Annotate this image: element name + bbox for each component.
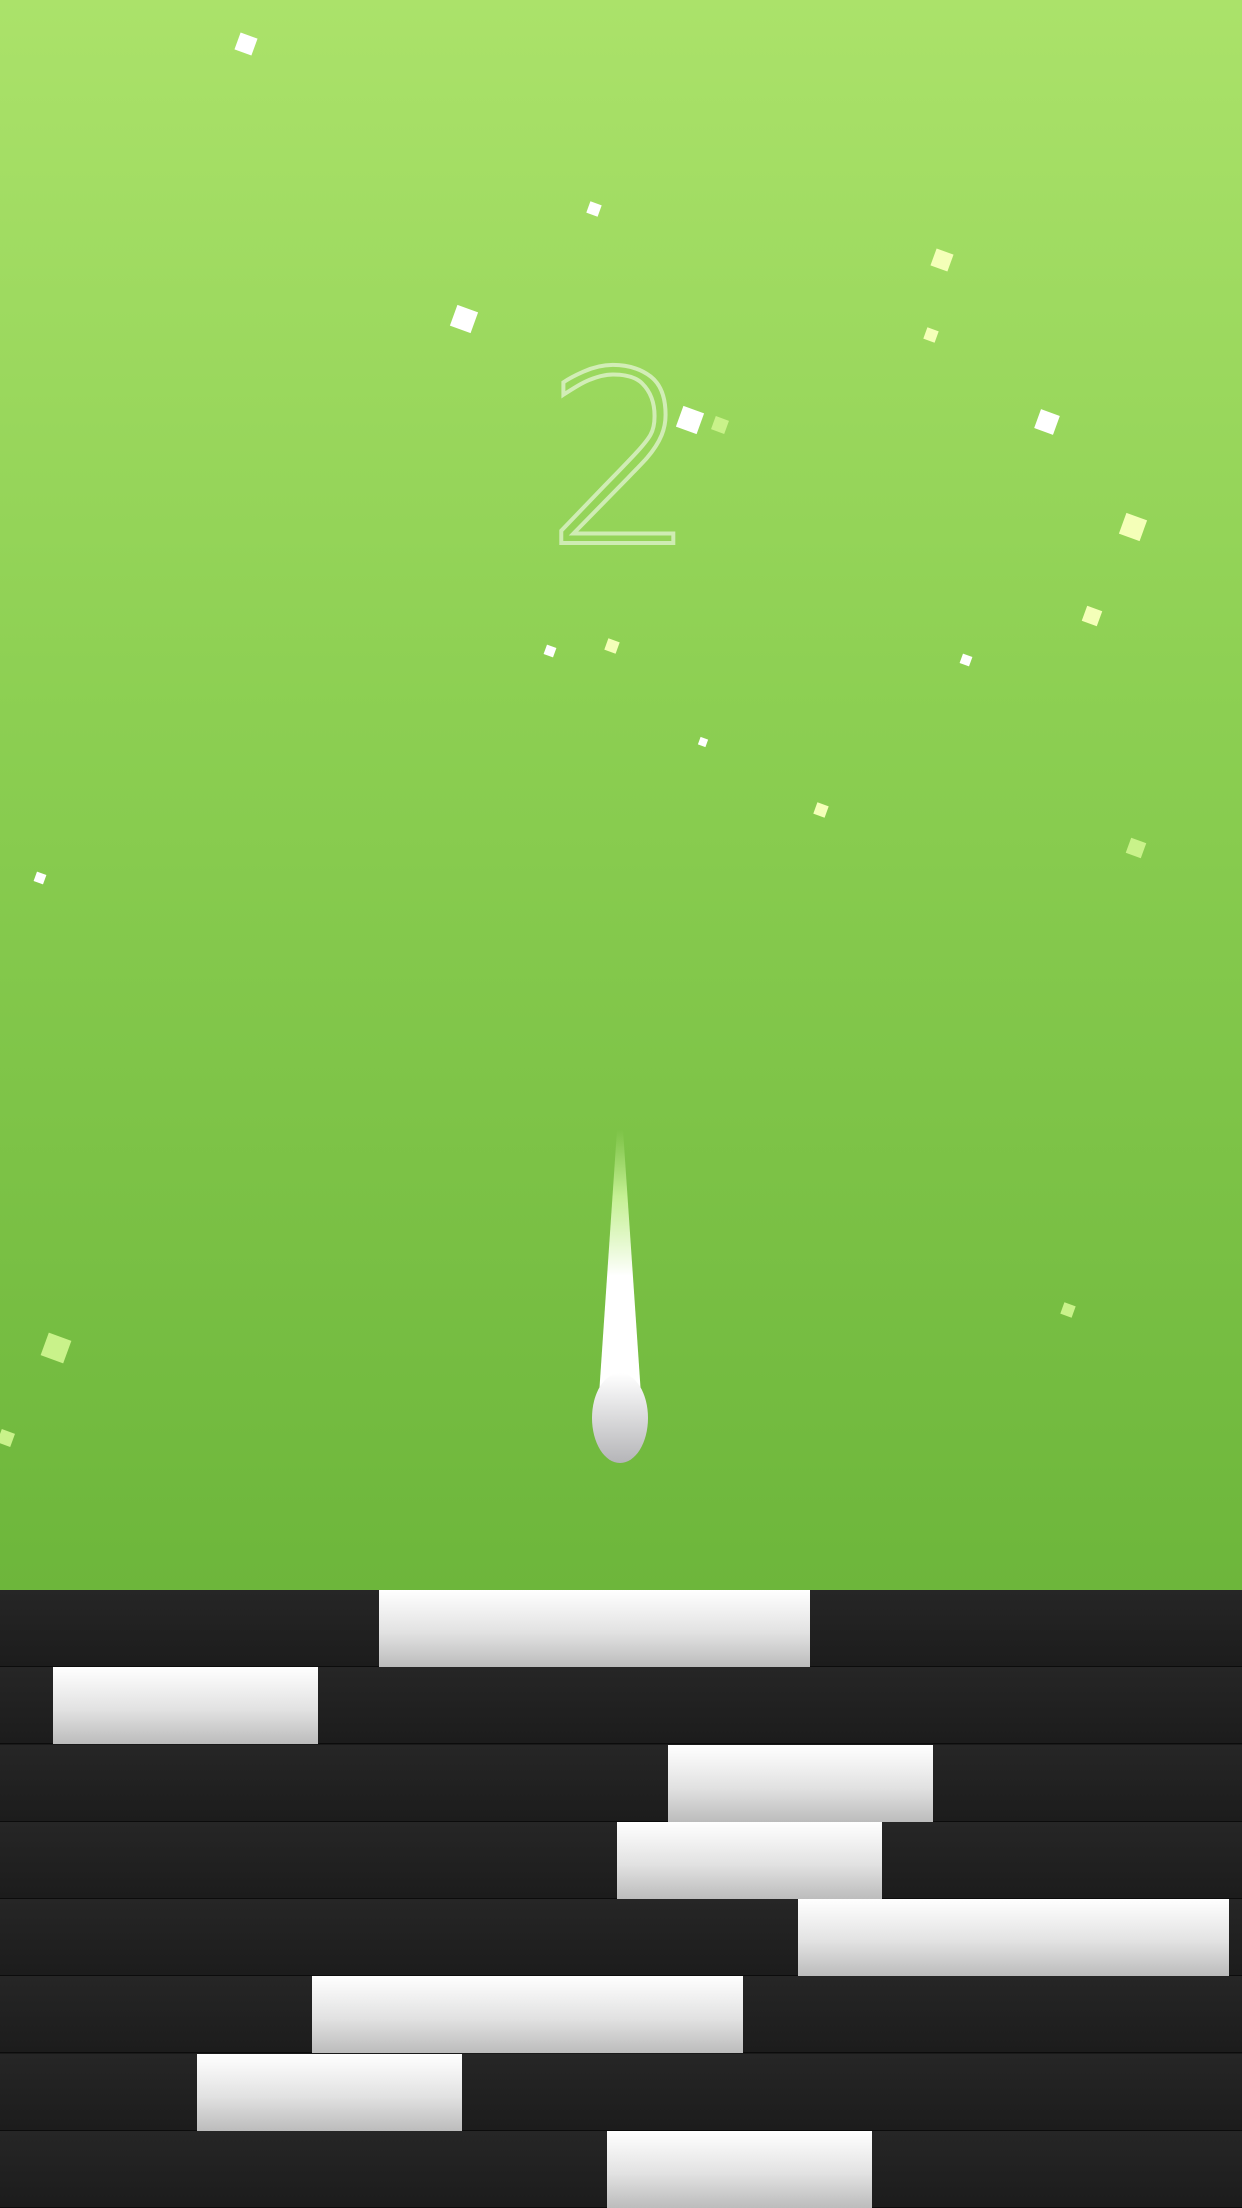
particle — [40, 1332, 72, 1364]
particle — [930, 248, 954, 272]
tile-row — [0, 1590, 1242, 1667]
particle — [697, 736, 709, 748]
tile-row — [0, 1899, 1242, 1976]
tile-row — [0, 1976, 1242, 2054]
ball-trail — [599, 1130, 641, 1395]
tile-board — [0, 1590, 1242, 2208]
tile-row — [0, 2053, 1242, 2131]
particle — [959, 653, 973, 667]
particle — [1125, 837, 1147, 859]
ball-layer — [592, 1130, 648, 1463]
tile-row — [0, 1667, 1242, 1745]
particle — [1060, 1302, 1076, 1318]
particle — [586, 201, 602, 217]
particle — [0, 1429, 15, 1447]
white-tile[interactable] — [379, 1590, 810, 1667]
tile-row — [0, 1821, 1242, 1899]
ball — [592, 1373, 648, 1463]
tile-row — [0, 2130, 1242, 2208]
particle — [604, 638, 620, 654]
white-tile[interactable] — [668, 1744, 933, 1822]
tile-row — [0, 1744, 1242, 1822]
score-counter: 2 — [543, 320, 700, 600]
white-tile[interactable] — [617, 1821, 882, 1899]
particle — [813, 802, 829, 818]
particle — [234, 32, 258, 56]
white-tile[interactable] — [798, 1899, 1229, 1976]
white-tile[interactable] — [312, 1976, 743, 2054]
particle — [33, 871, 47, 885]
white-tile[interactable] — [607, 2130, 872, 2208]
particle — [543, 644, 557, 658]
white-tile[interactable] — [53, 1667, 318, 1745]
particle — [449, 304, 479, 334]
game-scene[interactable]: 2 — [0, 0, 1242, 1590]
particle — [1081, 605, 1103, 627]
white-tile[interactable] — [197, 2053, 462, 2131]
